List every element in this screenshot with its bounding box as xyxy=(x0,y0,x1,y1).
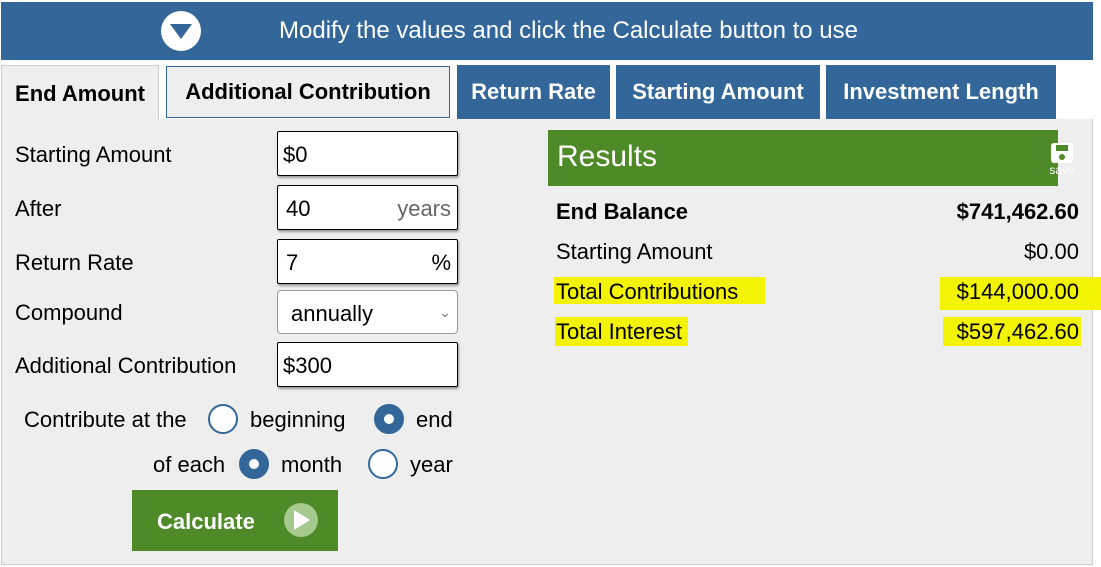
radio-year-label[interactable]: year xyxy=(410,452,453,478)
play-icon xyxy=(284,503,318,537)
total-contributions-value: $144,000.00 xyxy=(956,279,1079,304)
calculate-button[interactable]: Calculate xyxy=(132,490,338,551)
radio-beginning[interactable] xyxy=(208,404,238,434)
instruction-banner: Modify the values and click the Calculat… xyxy=(1,2,1093,60)
save-icon xyxy=(1051,143,1073,163)
calculate-label: Calculate xyxy=(157,509,255,534)
starting-amount-result-label: Starting Amount xyxy=(556,239,713,264)
radio-month[interactable] xyxy=(239,449,269,479)
radio-end-label[interactable]: end xyxy=(416,407,453,433)
return-rate-label: Return Rate xyxy=(15,250,134,275)
total-interest-value: $597,462.60 xyxy=(956,319,1079,344)
results-header: Results save xyxy=(548,130,1075,186)
starting-amount-result-value: $0.00 xyxy=(1023,239,1079,264)
after-label: After xyxy=(15,196,62,221)
additional-contribution-input[interactable]: $300 xyxy=(277,342,458,387)
results-title: Results xyxy=(557,140,658,173)
total-interest-label: Total Interest xyxy=(556,319,682,344)
starting-amount-input[interactable]: $0 xyxy=(277,131,458,176)
starting-amount-label: Starting Amount xyxy=(15,142,172,167)
chevron-down-circle-icon[interactable] xyxy=(161,11,201,51)
calculator-panel: Starting Amount $0 After 40 years Return… xyxy=(1,119,1101,565)
end-balance-label: End Balance xyxy=(556,199,689,224)
tab-additional-contribution[interactable]: Additional Contribution xyxy=(166,66,450,118)
additional-contribution-value: $300 xyxy=(283,353,332,378)
return-rate-input[interactable]: 7 % xyxy=(277,239,458,284)
compound-value: annually xyxy=(291,301,373,326)
radio-month-label[interactable]: month xyxy=(281,452,342,478)
tab-starting-amount[interactable]: Starting Amount xyxy=(616,65,820,119)
radio-end[interactable] xyxy=(374,404,404,434)
years-value: 40 xyxy=(286,196,311,221)
end-balance-value: $741,462.60 xyxy=(956,199,1079,224)
compound-label: Compound xyxy=(15,300,123,325)
tab-return-rate[interactable]: Return Rate xyxy=(457,65,610,119)
starting-amount-value: $0 xyxy=(283,142,308,167)
years-input[interactable]: 40 years xyxy=(277,185,458,230)
compound-select[interactable]: annually ⌄ xyxy=(277,290,458,334)
of-each-label: of each xyxy=(153,452,226,477)
banner-text: Modify the values and click the Calculat… xyxy=(279,17,858,44)
radio-year[interactable] xyxy=(368,449,398,479)
save-label: save xyxy=(1049,163,1075,177)
return-rate-value: 7 xyxy=(286,250,299,275)
chevron-down-icon: ⌄ xyxy=(439,304,451,320)
tab-end-amount[interactable]: End Amount xyxy=(1,65,159,121)
percent-suffix: % xyxy=(431,250,451,275)
contribute-at-label: Contribute at the xyxy=(24,407,187,432)
tab-investment-length[interactable]: Investment Length xyxy=(826,65,1056,119)
radio-beginning-label[interactable]: beginning xyxy=(250,407,345,433)
total-contributions-label: Total Contributions xyxy=(556,279,739,304)
additional-contribution-label: Additional Contribution xyxy=(15,353,237,378)
years-suffix: years xyxy=(397,196,451,221)
